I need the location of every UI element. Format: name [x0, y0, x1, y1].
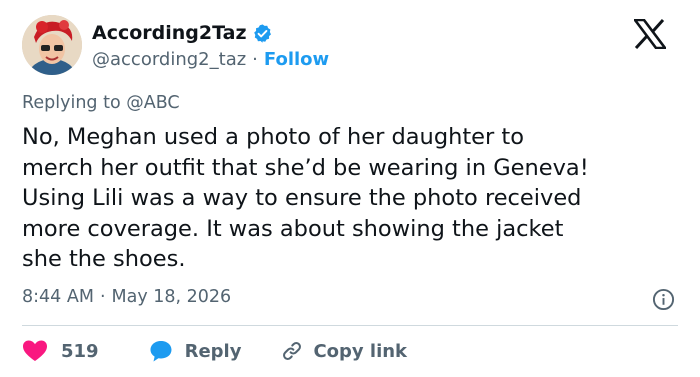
- tweet-time: 8:44 AM: [22, 287, 94, 307]
- replying-to: Replying to @ABC: [22, 93, 180, 113]
- like-count: 519: [61, 340, 99, 362]
- like-button[interactable]: 519: [22, 339, 99, 363]
- heart-icon: [22, 339, 48, 363]
- follow-button[interactable]: Follow: [264, 49, 329, 70]
- reply-button[interactable]: Reply: [137, 339, 242, 363]
- reply-label: Reply: [184, 340, 242, 362]
- x-logo-icon[interactable]: [632, 18, 668, 50]
- copy-link-label: Copy link: [313, 340, 408, 362]
- tweet-timestamp[interactable]: 8:44 AM · May 18, 2026: [22, 287, 231, 307]
- speech-bubble-icon: [149, 339, 173, 363]
- copy-link-button[interactable]: Copy link: [271, 340, 407, 362]
- replying-to-mention[interactable]: @ABC: [126, 93, 179, 113]
- author-handle[interactable]: @according2_taz: [92, 49, 246, 70]
- tweet-text: No, Meghan used a photo of her daughter …: [22, 124, 589, 272]
- tweet-date: May 18, 2026: [111, 287, 232, 307]
- author-name-row: According2Taz: [92, 20, 273, 46]
- verified-badge-icon: [252, 23, 273, 44]
- replying-to-prefix: Replying to: [22, 93, 121, 113]
- tweet-actions: 519 Reply Copy link: [22, 337, 407, 365]
- actions-divider: [22, 325, 678, 326]
- info-icon[interactable]: [652, 288, 675, 311]
- avatar-image: [22, 15, 82, 75]
- avatar[interactable]: [22, 15, 82, 75]
- author-handle-row: @according2_taz · Follow: [92, 47, 329, 71]
- handle-separator: ·: [252, 48, 258, 70]
- author-display-name[interactable]: According2Taz: [92, 22, 247, 44]
- timestamp-separator: ·: [99, 287, 106, 307]
- link-icon: [281, 340, 303, 362]
